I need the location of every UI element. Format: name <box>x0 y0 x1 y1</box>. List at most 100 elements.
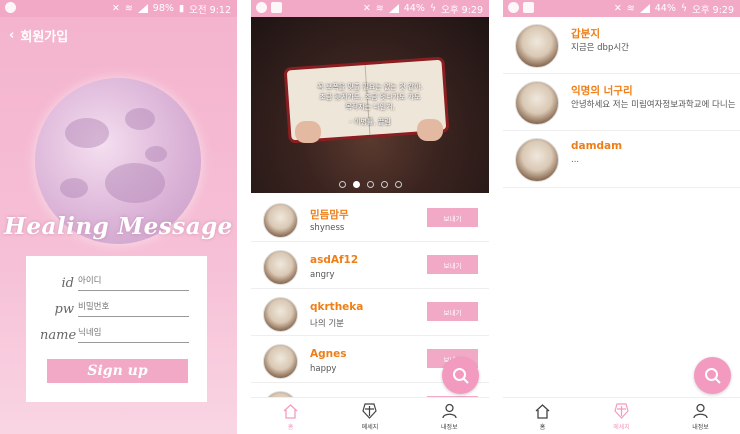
app-notification-icon <box>5 2 16 13</box>
home-icon <box>535 404 550 419</box>
wifi-icon: ≋ <box>124 3 133 14</box>
nav-message[interactable]: 메세지 <box>330 398 409 434</box>
message-list-item[interactable]: 갑분지지금은 dbp시간 <box>503 17 740 74</box>
nav-home-label: 홈 <box>287 424 294 431</box>
nav-message[interactable]: 메세지 <box>582 398 661 434</box>
user-list-item[interactable]: asdAf12 angry 보내기 <box>251 242 489 289</box>
user-list-item[interactable]: qkrtheka 나의 기분 보내기 <box>251 289 489 336</box>
pw-label: pw <box>54 302 74 317</box>
nav-home[interactable]: 홈 <box>503 398 582 434</box>
user-name: qkrtheka <box>310 301 364 313</box>
nav-message-label: 메세지 <box>613 424 630 431</box>
search-button[interactable] <box>442 357 479 394</box>
profile-icon <box>693 403 708 419</box>
home-screen: ✕ ≋ 44% ϟ 오후 9:29 꼭 보폭을 맞출 필요는 없는 것 같아. … <box>251 0 489 434</box>
search-icon <box>704 367 721 384</box>
message-icon <box>614 403 629 419</box>
message-list-item[interactable]: damdam... <box>503 131 740 188</box>
app-notification-icon <box>256 2 267 13</box>
user-name: asdAf12 <box>310 254 359 266</box>
profile-icon <box>442 403 457 419</box>
signup-screen: ✕ ≋ 98% ▮ 오전 9:12 ‹ 회원가입 Healing Message… <box>0 0 237 434</box>
nav-home[interactable]: 홈 <box>251 398 330 434</box>
status-bar: ✕ ≋ 98% ▮ 오전 9:12 <box>0 0 237 17</box>
message-preview: ... <box>571 155 580 165</box>
quote-banner[interactable]: 꼭 보폭을 맞출 필요는 없는 것 같아. 조금 늦게가도, 조금 엇나가도 가… <box>251 17 489 193</box>
nav-home-label: 홈 <box>539 424 546 431</box>
id-label: id <box>61 276 74 291</box>
message-list: 갑분지지금은 dbp시간익명의 너구리안녕하세요 저는 미림여자정보과학교에 다… <box>503 17 740 188</box>
nav-profile[interactable]: 내정보 <box>410 398 489 434</box>
message-preview: 안녕하세요 저는 미림여자정보과학교에 다니는 <box>571 100 736 110</box>
nav-profile-label: 내정보 <box>441 424 458 431</box>
avatar <box>263 297 298 332</box>
user-status: angry <box>310 270 335 280</box>
id-field[interactable] <box>78 274 189 291</box>
signal-icon <box>639 4 650 13</box>
image-notification-icon <box>271 2 282 13</box>
avatar <box>263 250 298 285</box>
sender-name: 익명의 너구리 <box>571 85 633 97</box>
password-field[interactable] <box>78 300 189 317</box>
quote-line: 조금 늦게가도, 조금 엇나가도 가도 <box>319 93 421 101</box>
carousel-dot[interactable] <box>338 181 346 188</box>
message-list-item[interactable]: 익명의 너구리안녕하세요 저는 미림여자정보과학교에 다니는 <box>503 74 740 131</box>
charging-icon: ϟ <box>429 3 437 14</box>
quote-text: 꼭 보폭을 맞출 필요는 없는 것 같아. 조금 늦게가도, 조금 엇나가도 가… <box>251 82 489 127</box>
mute-icon: ✕ <box>613 3 622 14</box>
back-button[interactable]: ‹ 회원가입 <box>9 26 68 45</box>
battery-level: 44% <box>403 3 425 14</box>
carousel-dot[interactable] <box>394 181 402 188</box>
signal-icon <box>388 4 399 13</box>
charging-icon: ϟ <box>680 3 688 14</box>
quote-line: 꼭 보폭을 맞출 필요는 없는 것 같아. <box>317 83 423 91</box>
send-button[interactable]: 보내기 <box>427 302 478 321</box>
nickname-field[interactable] <box>78 326 189 343</box>
carousel-dot[interactable] <box>380 181 388 188</box>
image-notification-icon <box>523 2 534 13</box>
carousel-indicator <box>251 181 489 188</box>
avatar <box>515 24 559 68</box>
avatar <box>515 138 559 182</box>
search-button[interactable] <box>694 357 731 394</box>
user-status: shyness <box>310 223 345 233</box>
name-row: name <box>40 325 189 343</box>
user-list-item[interactable]: 믿듬맘무 shyness 보내기 <box>251 195 489 242</box>
app-title: Healing Message <box>4 213 233 240</box>
nav-message-label: 메세지 <box>361 424 379 431</box>
carousel-dot[interactable] <box>352 181 360 188</box>
message-icon <box>362 403 378 419</box>
message-preview: 지금은 dbp시간 <box>571 43 629 53</box>
sender-name: 갑분지 <box>571 28 600 40</box>
signup-button[interactable]: Sign up <box>47 359 188 383</box>
page-title: 회원가입 <box>20 30 69 45</box>
battery-level: 44% <box>654 3 676 14</box>
signup-form: id pw name Sign up <box>26 256 207 402</box>
status-bar: ✕ ≋ 44% ϟ 오후 9:29 <box>503 0 740 17</box>
messages-screen: ✕ ≋ 44% ϟ 오후 9:29 갑분지지금은 dbp시간익명의 너구리안녕하… <box>503 0 740 434</box>
id-row: id <box>40 273 189 291</box>
pw-row: pw <box>40 299 189 317</box>
battery-level: 98% <box>152 3 174 14</box>
avatar <box>263 203 298 238</box>
mute-icon: ✕ <box>111 3 120 14</box>
avatar <box>263 344 298 379</box>
user-status: happy <box>310 364 337 374</box>
nav-profile[interactable]: 내정보 <box>661 398 740 434</box>
carousel-dot[interactable] <box>366 181 374 188</box>
chevron-left-icon: ‹ <box>9 28 15 43</box>
app-notification-icon <box>508 2 519 13</box>
user-name: 믿듬맘무 <box>310 209 349 221</box>
wifi-icon: ≋ <box>626 3 635 14</box>
status-bar: ✕ ≋ 44% ϟ 오후 9:29 <box>251 0 489 17</box>
bottom-nav: 홈 메세지 내정보 <box>251 397 489 434</box>
quote-author: - 이병률, 끌림 <box>349 118 391 126</box>
send-button[interactable]: 보내기 <box>427 255 478 274</box>
name-label: name <box>40 328 77 343</box>
clock: 오후 9:29 <box>441 4 483 16</box>
send-button[interactable]: 보내기 <box>427 208 478 227</box>
home-icon <box>283 404 298 419</box>
quote-line: 목적지는 나인거, <box>345 103 395 111</box>
user-list: 믿듬맘무 shyness 보내기 asdAf12 angry 보내기 qkrtheka 나의 … <box>251 195 489 430</box>
wifi-icon: ≋ <box>375 3 384 14</box>
